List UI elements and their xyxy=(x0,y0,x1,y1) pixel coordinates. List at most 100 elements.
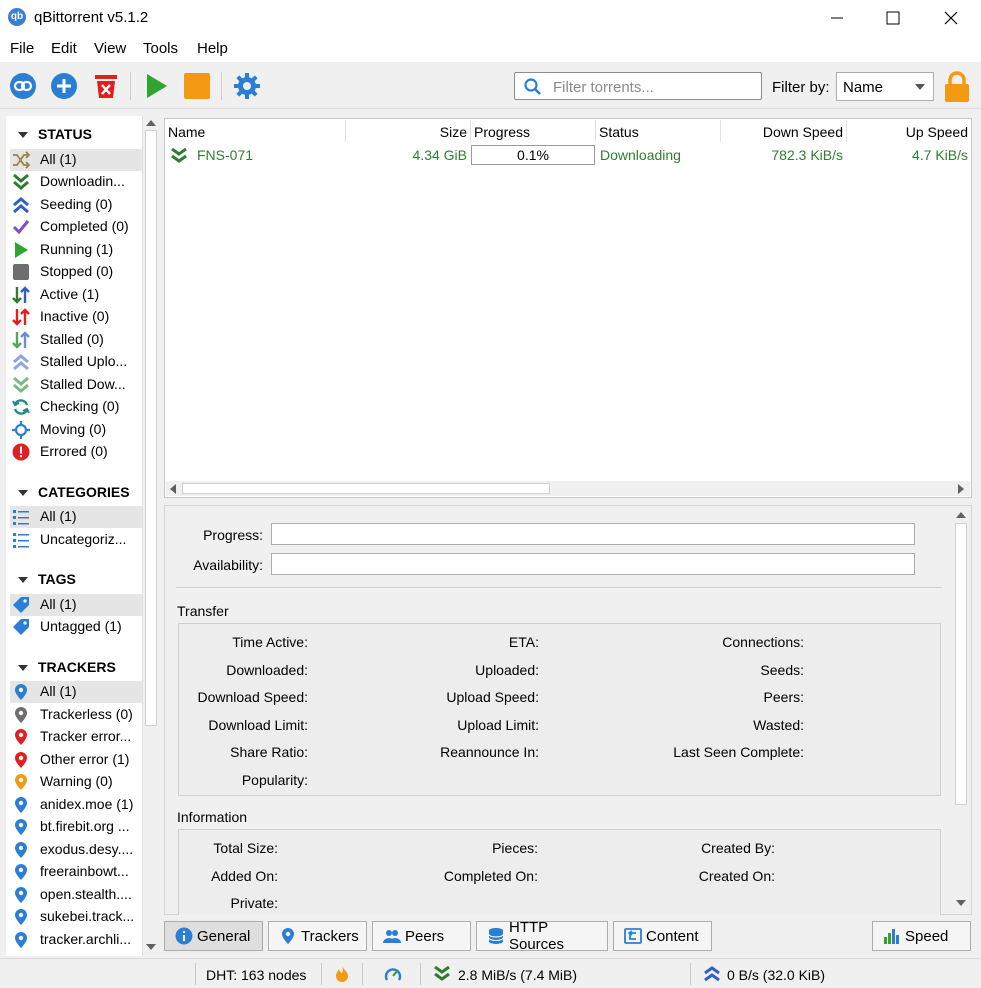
col-down-speed[interactable]: Down Speed xyxy=(721,120,847,142)
transfer-field-label: Share Ratio: xyxy=(230,744,308,760)
scroll-left-icon[interactable] xyxy=(170,484,176,494)
download-speed-status[interactable]: 2.8 MiB/s (7.4 MiB) xyxy=(458,967,577,983)
col-name[interactable]: Name xyxy=(166,120,346,142)
status-heading[interactable]: STATUS xyxy=(18,126,92,142)
tracker-item-label: Warning (0) xyxy=(40,773,113,789)
row-status: Downloading xyxy=(600,147,681,163)
status-item-all[interactable]: All (1) xyxy=(10,149,142,171)
add-torrent-icon[interactable] xyxy=(50,72,78,100)
status-item-stalled-uploading[interactable]: Stalled Uplo... xyxy=(10,351,142,373)
transfer-field-label: Upload Speed: xyxy=(446,689,539,705)
tag-item-all[interactable]: All (1) xyxy=(10,594,142,616)
status-item-stalled[interactable]: Stalled (0) xyxy=(10,329,142,351)
status-item-checking[interactable]: Checking (0) xyxy=(10,396,142,418)
status-item-stopped[interactable]: Stopped (0) xyxy=(10,261,142,283)
tab-peers[interactable]: Peers xyxy=(372,921,471,951)
transfer-field-label: Wasted: xyxy=(753,717,804,733)
status-item-label: Stalled Uplo... xyxy=(40,353,128,369)
categories-heading[interactable]: CATEGORIES xyxy=(18,484,130,500)
status-item-stalled-downloading[interactable]: Stalled Dow... xyxy=(10,374,142,396)
scroll-down-icon[interactable] xyxy=(956,900,966,906)
pin-icon xyxy=(282,928,294,944)
tab-http-sources[interactable]: HTTP Sources xyxy=(476,919,608,953)
upload-speed-status[interactable]: 0 B/s (32.0 KiB) xyxy=(727,967,825,983)
status-item-running[interactable]: Running (1) xyxy=(10,239,142,261)
transfer-field-label: Download Speed: xyxy=(197,689,308,705)
tab-trackers[interactable]: Trackers xyxy=(268,921,367,951)
trackers-heading[interactable]: TRACKERS xyxy=(18,659,116,675)
status-item-label: Stopped (0) xyxy=(40,263,114,279)
pin-blue-icon xyxy=(15,887,27,903)
filter-torrents-input[interactable] xyxy=(551,76,755,98)
category-item-uncategorized[interactable]: Uncategoriz... xyxy=(10,529,142,551)
status-item-errored[interactable]: Errored (0) xyxy=(10,441,142,463)
status-item-label: Downloadin... xyxy=(40,173,125,189)
statusbar-separator xyxy=(420,963,421,985)
speed-button[interactable]: Speed xyxy=(872,921,971,951)
firewall-flame-icon[interactable] xyxy=(334,965,350,983)
remove-torrent-icon[interactable] xyxy=(92,72,120,100)
col-progress[interactable]: Progress xyxy=(471,120,596,142)
tracker-item[interactable]: tracker.archli... xyxy=(10,929,142,951)
col-up-speed[interactable]: Up Speed xyxy=(847,120,970,142)
menu-help[interactable]: Help xyxy=(197,40,228,57)
pin-blue-icon xyxy=(15,819,27,835)
divider xyxy=(176,587,942,588)
lock-icon[interactable] xyxy=(943,70,971,104)
row-name: FNS-071 xyxy=(197,147,254,163)
filter-by-select[interactable]: Name xyxy=(836,72,934,101)
inactive-arrows-icon xyxy=(12,308,30,326)
category-item-label: Uncategoriz... xyxy=(40,531,127,547)
speed-limit-icon[interactable] xyxy=(384,966,402,984)
close-button[interactable] xyxy=(923,0,979,36)
minimize-button[interactable] xyxy=(809,0,865,36)
tracker-item[interactable]: bt.firebit.org ... xyxy=(10,816,142,838)
status-item-label: All (1) xyxy=(40,151,77,167)
active-arrows-icon xyxy=(12,286,30,304)
scroll-up-icon[interactable] xyxy=(146,120,156,126)
menu-file[interactable]: File xyxy=(10,40,34,57)
start-icon[interactable] xyxy=(142,72,170,100)
menu-edit[interactable]: Edit xyxy=(51,40,77,57)
sidebar-scrollbar[interactable] xyxy=(142,116,159,956)
play-icon xyxy=(15,242,28,258)
information-field-label: Private: xyxy=(230,895,278,911)
scroll-up-icon[interactable] xyxy=(956,512,966,518)
status-item-completed[interactable]: Completed (0) xyxy=(10,216,142,238)
status-item-label: Inactive (0) xyxy=(40,308,110,324)
availability-bar xyxy=(271,553,915,575)
transfer-field-label: Time Active: xyxy=(232,634,308,650)
tab-general[interactable]: General xyxy=(164,921,263,951)
tag-item-label: All (1) xyxy=(40,596,77,612)
status-item-active[interactable]: Active (1) xyxy=(10,284,142,306)
category-item-all[interactable]: All (1) xyxy=(10,506,142,528)
pin-blue-icon xyxy=(15,797,27,813)
information-group xyxy=(178,829,941,915)
scroll-right-icon[interactable] xyxy=(958,484,964,494)
menu-tools[interactable]: Tools xyxy=(143,40,178,57)
options-icon[interactable] xyxy=(233,72,261,100)
scroll-down-icon[interactable] xyxy=(146,944,156,950)
pin-red-icon xyxy=(15,752,27,768)
tracker-item[interactable]: anidex.moe (1) xyxy=(10,794,142,816)
properties-vscrollbar[interactable] xyxy=(953,507,969,913)
pin-blue-icon xyxy=(15,684,27,700)
menu-view[interactable]: View xyxy=(94,40,126,57)
status-item-label: Active (1) xyxy=(40,286,100,302)
stop-icon[interactable] xyxy=(183,72,211,100)
status-item-inactive[interactable]: Inactive (0) xyxy=(10,306,142,328)
status-item-seeding[interactable]: Seeding (0) xyxy=(10,194,142,216)
col-status[interactable]: Status xyxy=(596,120,721,142)
speed-graph-icon xyxy=(884,929,899,944)
status-item-downloading[interactable]: Downloadin... xyxy=(10,171,142,193)
list-hscroll-thumb[interactable] xyxy=(182,483,550,494)
download-chevrons-icon xyxy=(171,148,187,163)
tab-content[interactable]: Content xyxy=(613,921,712,951)
tags-heading[interactable]: TAGS xyxy=(18,571,76,587)
col-size[interactable]: Size xyxy=(346,120,471,142)
dht-status: DHT: 163 nodes xyxy=(206,967,307,983)
add-link-icon[interactable] xyxy=(9,72,37,100)
maximize-button[interactable] xyxy=(865,0,921,36)
properties-scroll-thumb[interactable] xyxy=(955,523,967,805)
status-item-moving[interactable]: Moving (0) xyxy=(10,419,142,441)
